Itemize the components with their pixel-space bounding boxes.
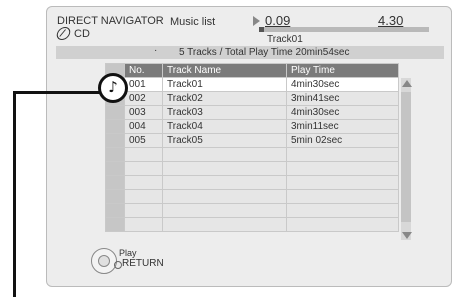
- row-icon-cell: [105, 105, 125, 120]
- list-mode-label: Music list: [170, 16, 216, 28]
- track-number: 005: [124, 133, 163, 148]
- scrollbar[interactable]: [401, 78, 411, 240]
- playback-progress-bar: [259, 27, 429, 32]
- table-row[interactable]: 004 Track04 3min11sec: [105, 119, 399, 134]
- direct-navigator-screen: DIRECT NAVIGATOR CD Music list 0.09 4.30…: [46, 6, 452, 287]
- elapsed-time: 0.09: [265, 13, 291, 28]
- play-status-icon: [253, 16, 260, 26]
- column-header-track-name: Track Name: [162, 63, 287, 78]
- track-number: 002: [124, 91, 163, 106]
- column-header-no: No.: [124, 63, 163, 78]
- track-play-time: 4min30sec: [286, 77, 399, 92]
- table-header-row: No. Track Name Play Time: [105, 63, 399, 78]
- music-note-icon: ♪: [108, 78, 118, 96]
- empty-row: [105, 203, 399, 218]
- track-play-time: 3min11sec: [286, 119, 399, 134]
- track-play-time: 4min30sec: [286, 105, 399, 120]
- empty-row: [105, 161, 399, 176]
- track-number: 004: [124, 119, 163, 134]
- empty-row: [105, 189, 399, 204]
- table-row-selected[interactable]: 001 Track01 4min30sec: [105, 77, 399, 92]
- summary-text: 5 Tracks / Total Play Time 20min54sec: [179, 47, 350, 58]
- table-row[interactable]: 002 Track02 3min41sec: [105, 91, 399, 106]
- play-hint-label: Play: [119, 248, 137, 258]
- disc-icon: [55, 27, 72, 40]
- track-number: 003: [124, 105, 163, 120]
- column-header-play-time: Play Time: [286, 63, 399, 78]
- summary-dot: ·: [154, 45, 158, 56]
- track-name: Track03: [162, 105, 287, 120]
- row-icon-cell: [105, 133, 125, 148]
- track-name: Track01: [162, 77, 287, 92]
- table-row[interactable]: 005 Track05 5min 02sec: [105, 133, 399, 148]
- track-play-time: 3min41sec: [286, 91, 399, 106]
- source-indicator: CD: [55, 27, 90, 40]
- return-hint-label: RETURN: [122, 258, 164, 269]
- track-name: Track02: [162, 91, 287, 106]
- empty-row: [105, 217, 399, 232]
- total-time: 4.30: [378, 13, 404, 28]
- track-number: 001: [124, 77, 163, 92]
- scroll-down-arrow-icon[interactable]: [402, 232, 412, 239]
- track-play-time: 5min 02sec: [286, 133, 399, 148]
- callout-leader-line-vertical: [13, 91, 16, 297]
- track-table: No. Track Name Play Time 001 Track01 4mi…: [105, 63, 399, 232]
- empty-row: [105, 147, 399, 162]
- callout-leader-line: [13, 91, 100, 94]
- row-icon-cell: [105, 119, 125, 134]
- callout-circle: ♪: [98, 73, 128, 103]
- empty-row: [105, 175, 399, 190]
- track-name: Track05: [162, 133, 287, 148]
- ok-button-icon: [98, 255, 110, 267]
- summary-bar: · 5 Tracks / Total Play Time 20min54sec: [56, 45, 444, 59]
- table-row[interactable]: 003 Track03 4min30sec: [105, 105, 399, 120]
- scrollbar-thumb[interactable]: [401, 92, 411, 222]
- navigator-title: DIRECT NAVIGATOR: [57, 15, 164, 27]
- track-name: Track04: [162, 119, 287, 134]
- current-track-name: Track01: [267, 34, 303, 45]
- scroll-up-arrow-icon[interactable]: [402, 80, 412, 87]
- remote-control-icon: [91, 248, 117, 274]
- playback-progress-fill: [259, 27, 265, 32]
- return-button-icon: [114, 261, 122, 269]
- source-label: CD: [74, 27, 90, 40]
